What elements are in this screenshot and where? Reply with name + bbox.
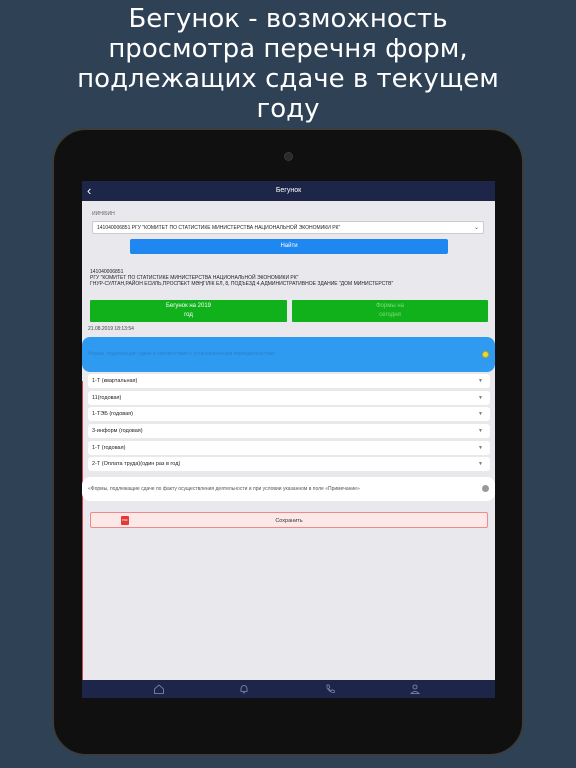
begunok-button[interactable]: Бегунок на 2019 год bbox=[90, 300, 287, 322]
bell-icon[interactable] bbox=[238, 683, 250, 695]
activity-forms-title: «Формы, подлежащие сдаче по факту осущес… bbox=[88, 486, 360, 492]
periodic-forms-title: Формы, подлежащие сдаче в соответствии с… bbox=[88, 351, 276, 357]
iin-select-value: 141040006851 РГУ "КОМИТЕТ ПО СТАТИСТИКЕ … bbox=[97, 225, 341, 231]
chevron-down-icon: ▼ bbox=[478, 461, 483, 467]
org-address: ГНУР-СУЛТАН,РАЙОН ЕСИЛЬ,ПРОСПЕКТ МӘҢГІЛІ… bbox=[90, 281, 394, 287]
timestamp: 21.08.2019 18:13:54 bbox=[88, 326, 134, 332]
form-label: 1-Т (квартальная) bbox=[92, 378, 138, 384]
save-label: Сохранить bbox=[275, 518, 303, 524]
forms-today-label-1: Формы на bbox=[376, 303, 404, 309]
collapse-icon[interactable] bbox=[482, 351, 489, 358]
phone-icon[interactable] bbox=[324, 683, 336, 695]
chevron-down-icon: ▼ bbox=[478, 445, 483, 451]
periodic-forms-header[interactable]: Формы, подлежащие сдаче в соответствии с… bbox=[82, 337, 495, 372]
find-button[interactable]: Найти bbox=[130, 239, 448, 254]
app-screen: ‹ Бегунок ИИН/БИН 141040006851 РГУ "КОМИ… bbox=[82, 181, 495, 698]
form-label: 1-Т (годовая) bbox=[92, 445, 126, 451]
headline-line-1: Бегунок - возможность bbox=[128, 4, 448, 34]
promo-headline: Бегунок - возможность просмотра перечня … bbox=[0, 0, 576, 124]
chevron-down-icon: ▼ bbox=[478, 395, 483, 401]
form-label: 11(годовая) bbox=[92, 395, 122, 401]
pdf-icon: PDF bbox=[121, 516, 129, 525]
form-row[interactable]: 3-информ (годовая) ▼ bbox=[88, 424, 490, 438]
forms-today-button[interactable]: Формы на сегодня bbox=[292, 300, 488, 322]
divider bbox=[82, 381, 83, 680]
camera-dot bbox=[284, 152, 293, 161]
form-row[interactable]: 1-ТЭБ (годовая) ▼ bbox=[88, 407, 490, 421]
save-button[interactable]: PDF Сохранить bbox=[90, 512, 488, 528]
form-row[interactable]: 11(годовая) ▼ bbox=[88, 391, 490, 405]
form-label: 2-Т (Оплата труда)(один раз в год) bbox=[92, 461, 181, 467]
form-label: 1-ТЭБ (годовая) bbox=[92, 411, 133, 417]
headline-line-4: году bbox=[256, 94, 320, 124]
chevron-down-icon: ▼ bbox=[478, 428, 483, 434]
page-title: Бегунок bbox=[275, 187, 302, 194]
begunok-label-2: год bbox=[184, 312, 193, 318]
form-row[interactable]: 1-Т (годовая) ▼ bbox=[88, 441, 490, 455]
iin-label: ИИН/БИН bbox=[92, 211, 115, 217]
chevron-down-icon: ⌄ bbox=[473, 225, 479, 231]
headline-line-2: просмотра перечня форм, bbox=[108, 34, 468, 64]
activity-forms-header[interactable]: «Формы, подлежащие сдаче по факту осущес… bbox=[82, 477, 495, 501]
form-row[interactable]: 2-Т (Оплата труда)(один раз в год) ▼ bbox=[88, 457, 490, 471]
chevron-down-icon: ▼ bbox=[478, 378, 483, 384]
begunok-label-1: Бегунок на 2019 bbox=[165, 303, 212, 309]
expand-icon[interactable] bbox=[482, 485, 489, 492]
forms-today-label-2: сегодня bbox=[379, 312, 401, 318]
profile-icon[interactable] bbox=[409, 683, 421, 695]
home-icon[interactable] bbox=[153, 683, 165, 695]
org-info: 141040006851 РГУ "КОМИТЕТ ПО СТАТИСТИКЕ … bbox=[90, 269, 393, 287]
nav-bar: ‹ Бегунок bbox=[82, 181, 495, 201]
form-label: 3-информ (годовая) bbox=[92, 428, 143, 434]
form-row[interactable]: 1-Т (квартальная) ▼ bbox=[88, 374, 490, 388]
tab-bar bbox=[82, 680, 495, 698]
headline-line-3: подлежащих сдаче в текущем bbox=[77, 64, 499, 94]
chevron-down-icon: ▼ bbox=[478, 411, 483, 417]
iin-select[interactable]: 141040006851 РГУ "КОМИТЕТ ПО СТАТИСТИКЕ … bbox=[92, 221, 484, 234]
